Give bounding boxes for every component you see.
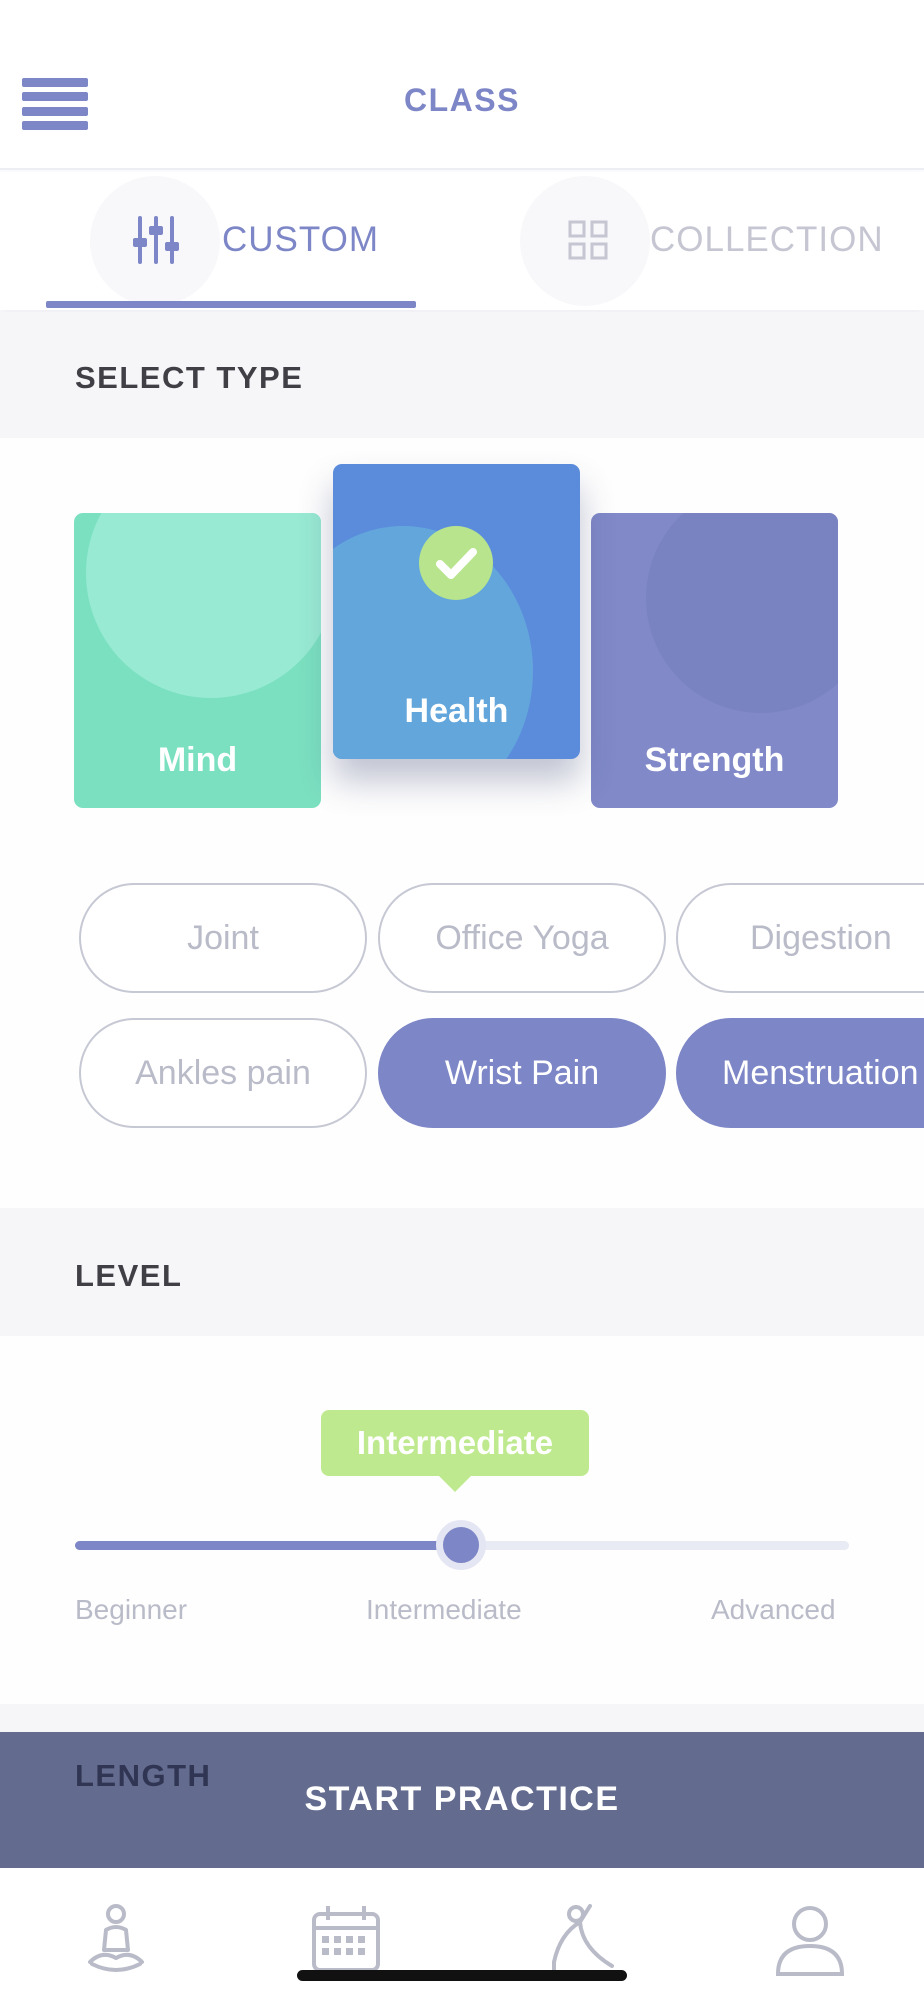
type-card-strength[interactable]: Strength — [591, 513, 838, 808]
meditation-icon[interactable] — [76, 1900, 156, 1980]
sliders-icon — [133, 216, 179, 264]
select-type-title: SELECT TYPE — [75, 360, 304, 395]
card-decoration — [646, 513, 838, 713]
tag-wrist-pain[interactable]: Wrist Pain — [378, 1018, 666, 1128]
level-option-beginner[interactable]: Beginner — [75, 1594, 187, 1626]
tab-collection[interactable]: COLLECTION — [520, 172, 924, 310]
tab-custom-label: CUSTOM — [222, 220, 380, 259]
level-tooltip: Intermediate — [321, 1410, 589, 1492]
type-card-mind[interactable]: Mind — [74, 513, 321, 808]
level-option-intermediate[interactable]: Intermediate — [366, 1594, 522, 1626]
card-label: Mind — [157, 741, 238, 779]
yoga-pose-icon[interactable] — [542, 1900, 622, 1980]
card-label: Health — [404, 692, 509, 730]
tag-menstruation[interactable]: Menstruation — [676, 1018, 924, 1128]
card-decoration — [86, 513, 321, 698]
tag-joint[interactable]: Joint — [79, 883, 367, 993]
select-type-header: SELECT TYPE — [0, 312, 924, 438]
profile-icon[interactable] — [770, 1900, 850, 1980]
level-option-advanced[interactable]: Advanced — [711, 1594, 836, 1626]
level-slider-thumb[interactable] — [436, 1520, 486, 1570]
calendar-icon[interactable] — [306, 1900, 386, 1980]
start-practice-label: START PRACTICE — [304, 1780, 620, 1818]
level-slider-fill — [75, 1541, 461, 1550]
check-icon — [419, 526, 493, 600]
tag-digestion[interactable]: Digestion — [676, 883, 924, 993]
home-indicator — [297, 1970, 627, 1981]
tab-custom[interactable]: CUSTOM — [46, 172, 416, 310]
tag-office-yoga[interactable]: Office Yoga — [378, 883, 666, 993]
level-title: LEVEL — [75, 1258, 183, 1293]
grid-icon — [568, 220, 608, 260]
active-tab-indicator — [46, 301, 416, 308]
tab-collection-label: COLLECTION — [650, 220, 884, 259]
page-title: CLASS — [404, 82, 520, 118]
tag-ankles-pain[interactable]: Ankles pain — [79, 1018, 367, 1128]
level-header: LEVEL — [0, 1208, 924, 1336]
type-card-health[interactable]: Health — [333, 464, 580, 759]
app-header: CLASS — [0, 0, 924, 170]
card-label: Strength — [644, 741, 785, 779]
tab-bar: CUSTOM COLLECTION — [0, 172, 924, 310]
